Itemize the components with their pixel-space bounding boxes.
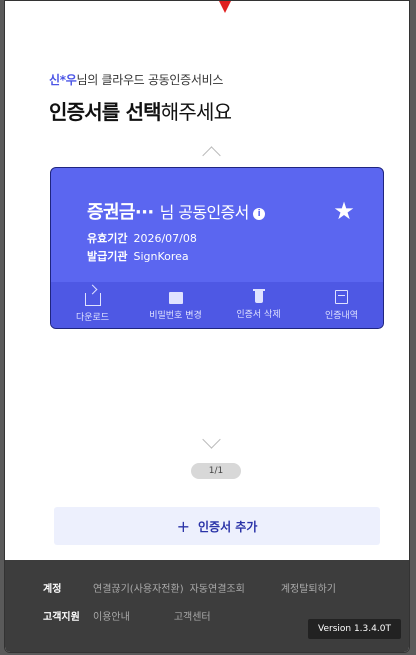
download-label: 다운로드: [75, 312, 110, 323]
support-heading: 고객지원: [43, 612, 80, 623]
scroll-down-chevron-icon[interactable]: [202, 430, 221, 449]
disconnect-link[interactable]: 연결끊기(사용자전환): [93, 580, 184, 595]
list-icon: [335, 289, 348, 304]
scroll-up-chevron-icon[interactable]: [202, 146, 221, 165]
page-indicator: 1/1: [191, 463, 241, 479]
add-certificate-label: 인증서 추가: [198, 519, 258, 534]
download-icon: [84, 292, 101, 306]
page-title: 인증서를 선택해주세요: [49, 96, 232, 125]
validity-value: 2026/07/08: [133, 232, 197, 245]
user-name: 신*우: [49, 73, 77, 87]
certificate-name: 증권금··· 님 공동인증서 i: [87, 198, 265, 224]
account-heading: 계정: [43, 584, 62, 595]
add-certificate-button[interactable]: + 인증서 추가: [54, 507, 380, 545]
issuer-value: SignKorea: [133, 250, 189, 263]
guide-link[interactable]: 이용안내: [93, 608, 130, 623]
info-icon[interactable]: i: [252, 208, 265, 220]
plus-icon: +: [176, 516, 190, 536]
title-bold: 인증서를 선택: [49, 100, 162, 124]
footer: 계정 연결끊기(사용자전환) 자동연결조회 계정탈퇴하기 고객지원 이용안내 고…: [5, 560, 409, 652]
auth-history-button[interactable]: 인증내역: [300, 282, 383, 328]
dialog-header: 신*우님의 클라우드 공동인증서비스 인증서를 선택해주세요: [49, 71, 232, 125]
change-password-label: 비밀번호 변경: [149, 310, 202, 321]
certificate-card[interactable]: 증권금··· 님 공동인증서 i ★ 유효기간 2026/07/08 발급기관 Sign…: [50, 167, 384, 329]
trash-icon: [252, 289, 265, 303]
auto-connect-link[interactable]: 자동연결조회: [190, 580, 245, 595]
card-actions: 다운로드 비밀번호 변경 인증서 삭제 인증내역: [51, 282, 383, 328]
download-button[interactable]: 다운로드: [51, 282, 134, 328]
auth-dialog: 신*우님의 클라우드 공동인증서비스 인증서를 선택해주세요 증권금··· 님 공…: [4, 0, 410, 653]
validity-label: 유효기간: [87, 232, 128, 245]
issuer-label: 발급기관: [87, 250, 128, 263]
issuer-row: 발급기관 SignKorea: [87, 248, 189, 264]
change-password-button[interactable]: 비밀번호 변경: [134, 282, 217, 328]
subtitle-text: 님의 클라우드 공동인증서비스: [76, 73, 224, 87]
top-pointer-icon: [219, 1, 231, 13]
key-icon: [168, 291, 183, 304]
favorite-star-icon[interactable]: ★: [331, 198, 357, 224]
auth-history-label: 인증내역: [324, 310, 359, 321]
title-rest: 해주세요: [160, 100, 232, 124]
certificate-owner: 증권금···: [87, 202, 154, 223]
customer-center-link[interactable]: 고객센터: [174, 608, 211, 623]
certificate-type: 님 공동인증서: [159, 203, 250, 222]
account-row: 계정 연결끊기(사용자전환) 자동연결조회 계정탈퇴하기: [43, 580, 336, 595]
version-badge: Version 1.3.4.0T: [308, 619, 401, 639]
support-row: 고객지원 이용안내 고객센터: [43, 608, 211, 623]
validity-row: 유효기간 2026/07/08: [87, 230, 197, 246]
subtitle: 신*우님의 클라우드 공동인증서비스: [49, 71, 231, 88]
delete-certificate-button[interactable]: 인증서 삭제: [217, 282, 300, 328]
delete-certificate-label: 인증서 삭제: [236, 310, 281, 320]
delete-account-link[interactable]: 계정탈퇴하기: [281, 580, 336, 595]
